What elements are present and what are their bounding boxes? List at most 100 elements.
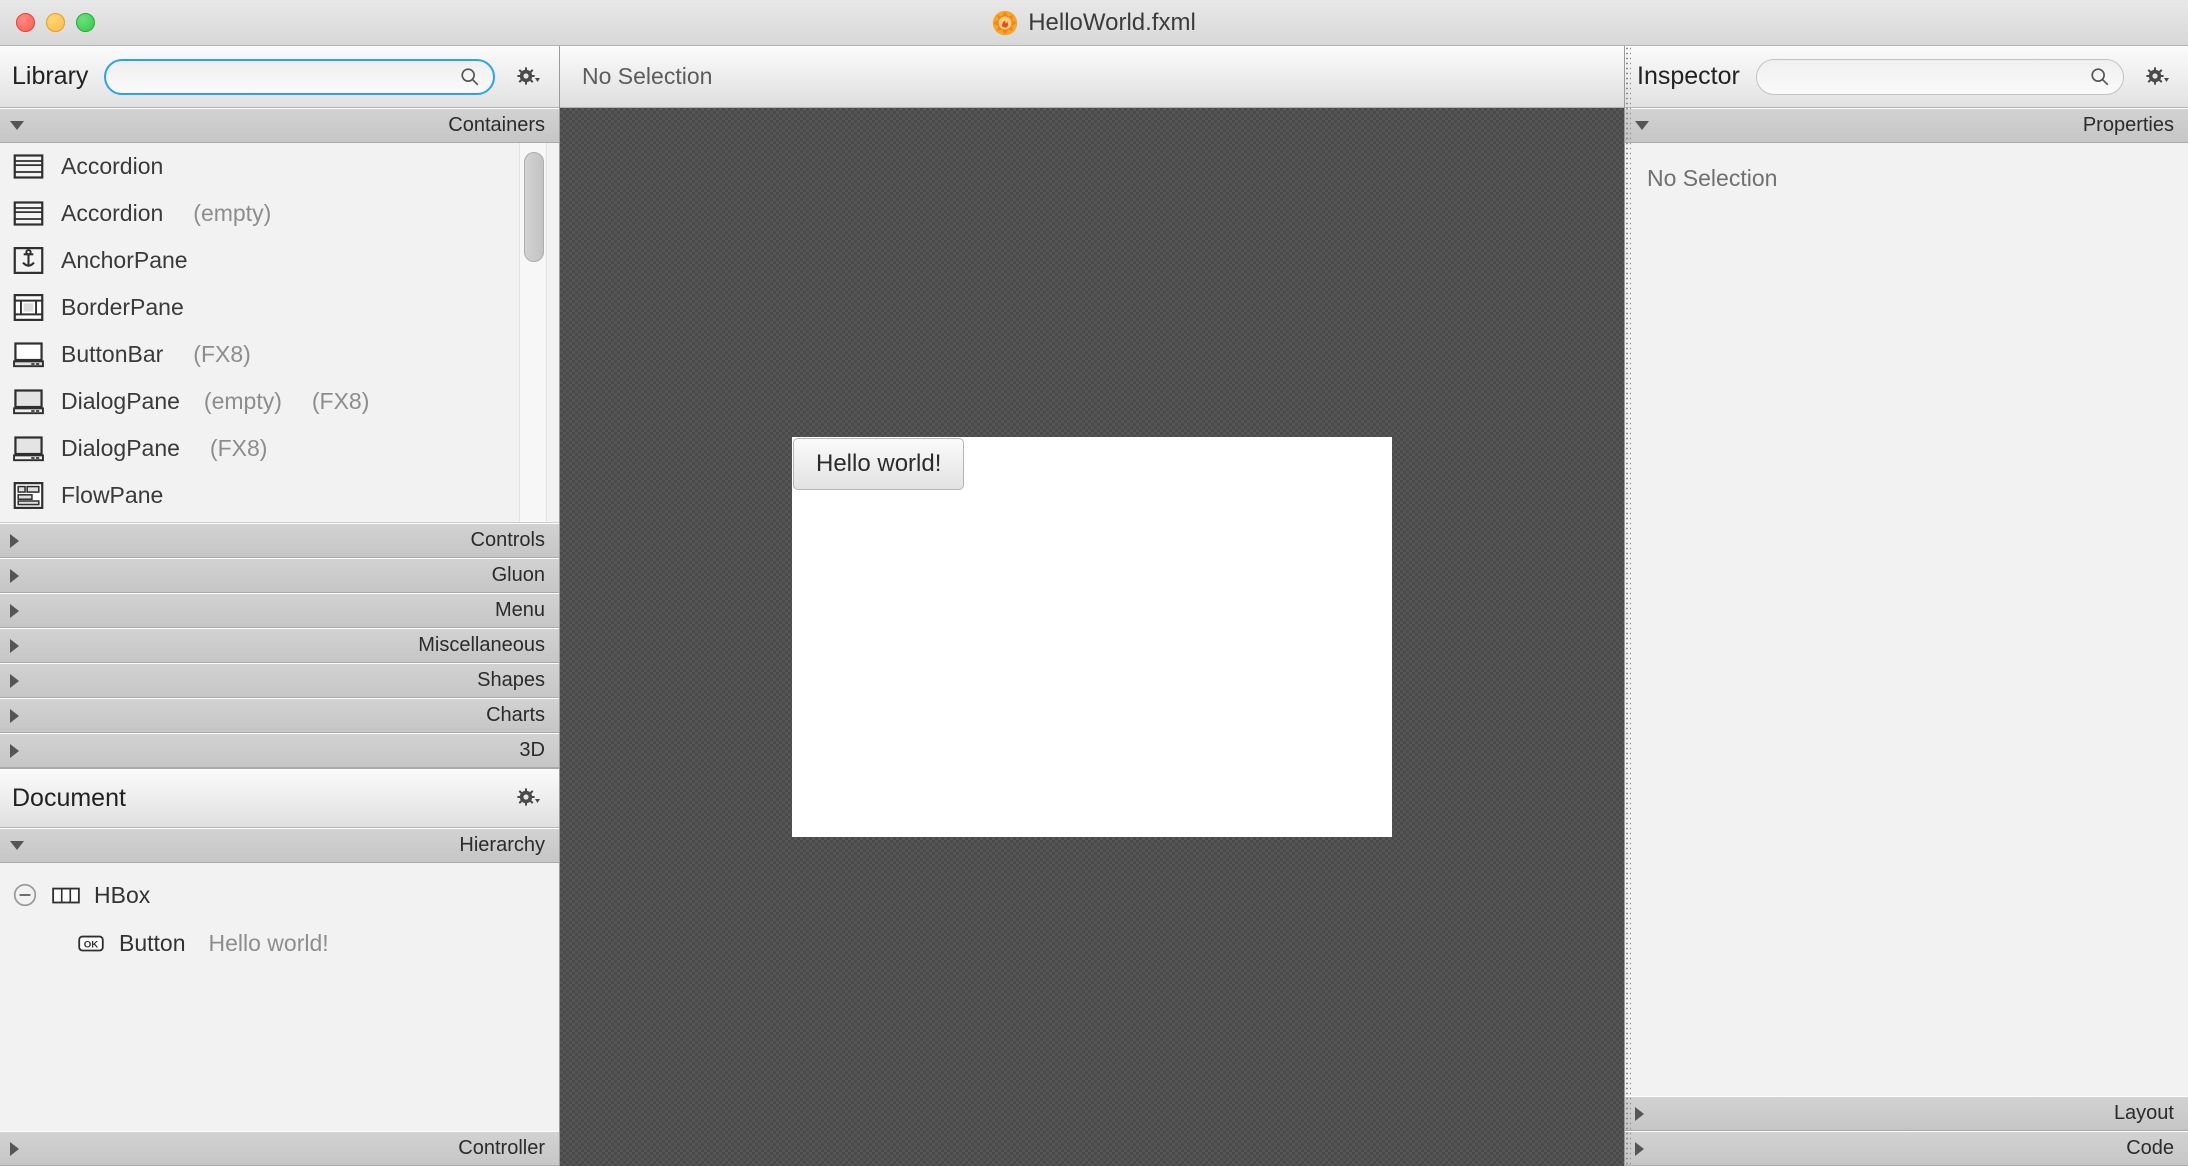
library-item-name: DialogPane [61, 388, 180, 414]
svg-text:OK: OK [84, 939, 98, 950]
design-canvas[interactable]: Hello world! [560, 108, 1624, 1166]
chevron-right-icon [10, 638, 19, 653]
library-item[interactable]: DialogPane (empty) (FX8) [0, 378, 559, 425]
stage-hello-button[interactable]: Hello world! [793, 438, 965, 490]
zoom-button[interactable] [76, 13, 95, 32]
library-search-box[interactable] [104, 58, 495, 95]
library-section-shapes[interactable]: Shapes [0, 663, 559, 698]
hbox-icon [52, 887, 80, 904]
library-scrollbar[interactable] [519, 143, 547, 522]
library-section-containers[interactable]: Containers [0, 108, 559, 143]
tree-row-button[interactable]: OK Button Hello world! [0, 919, 559, 967]
content-panel: No Selection Hello world! [560, 46, 1625, 1166]
stage-root-hbox[interactable]: Hello world! [792, 437, 1392, 837]
inspector-section-code[interactable]: Code [1625, 1131, 2188, 1166]
library-item[interactable]: DialogPane (FX8) [0, 425, 559, 472]
library-item-name: Accordion [61, 200, 164, 226]
library-section-label: Menu [494, 599, 545, 621]
library-item-name: FlowPane [61, 482, 164, 508]
anchorpane-icon [13, 247, 44, 274]
main-body: Library Containers Accordion Accordion (… [0, 46, 2188, 1166]
library-item-name: ButtonBar [61, 341, 164, 367]
search-icon[interactable] [2089, 66, 2111, 88]
code-label: Code [2126, 1137, 2174, 1159]
inspector-section-layout[interactable]: Layout [1625, 1096, 2188, 1131]
library-item-list[interactable]: Accordion Accordion (empty) AnchorPane B… [0, 143, 559, 523]
layout-label: Layout [2113, 1102, 2174, 1124]
inspector-footer-sections: Layout Code [1625, 1096, 2188, 1166]
library-scrollbar-thumb[interactable] [524, 152, 544, 262]
document-section-hierarchy[interactable]: Hierarchy [0, 828, 559, 863]
library-item[interactable]: BorderPane [0, 284, 559, 331]
document-header: Document [0, 768, 559, 828]
library-section-label: Charts [486, 704, 545, 726]
search-icon[interactable] [459, 66, 481, 88]
left-panel: Library Containers Accordion Accordion (… [0, 46, 560, 1166]
chevron-right-icon [1635, 1106, 1644, 1121]
inspector-gear-button[interactable] [2140, 65, 2174, 89]
chevron-right-icon [10, 533, 19, 548]
library-section-3d[interactable]: 3D [0, 733, 559, 768]
hierarchy-label: Hierarchy [459, 834, 545, 856]
scene-builder-window: HelloWorld.fxml Library Containers Accor… [0, 0, 2188, 1166]
gear-icon[interactable] [2145, 65, 2169, 89]
library-item-name: Accordion [61, 153, 164, 179]
library-gear-button[interactable] [511, 65, 545, 89]
chevron-down-icon [1635, 121, 1649, 130]
inspector-content: No Selection [1625, 143, 2188, 1096]
library-section-menu[interactable]: Menu [0, 593, 559, 628]
properties-label: Properties [2082, 114, 2174, 136]
library-section-miscellaneous[interactable]: Miscellaneous [0, 628, 559, 663]
library-item-name: AnchorPane [61, 247, 188, 273]
inspector-search-box[interactable] [1755, 58, 2124, 95]
tree-row-hbox[interactable]: HBox [0, 871, 559, 919]
inspector-title: Inspector [1637, 62, 1740, 90]
tree-node-name: Button [119, 929, 186, 956]
borderpane-icon [13, 294, 44, 321]
gear-icon[interactable] [516, 786, 540, 810]
library-item-suffix: (empty) [203, 388, 282, 414]
library-item[interactable]: ButtonBar (FX8) [0, 331, 559, 378]
library-header: Library [0, 46, 559, 108]
inspector-search-input[interactable] [1772, 66, 2089, 87]
minimize-button[interactable] [46, 13, 65, 32]
scenebuilder-icon [993, 10, 1018, 35]
collapse-icon[interactable] [12, 882, 38, 908]
document-gear-button[interactable] [511, 786, 545, 810]
library-item[interactable]: FlowPane [0, 472, 559, 519]
inspector-header: Inspector [1625, 46, 2188, 108]
library-section-label: Gluon [491, 564, 545, 586]
accordion-icon [13, 201, 44, 226]
chevron-right-icon [10, 568, 19, 583]
library-section-charts[interactable]: Charts [0, 698, 559, 733]
library-item[interactable]: Accordion (empty) [0, 190, 559, 237]
library-section-label: Controls [470, 529, 545, 551]
window-title-group: HelloWorld.fxml [0, 0, 2188, 45]
accordion-icon [13, 154, 44, 179]
library-search-input[interactable] [122, 66, 459, 87]
inspector-empty-text: No Selection [1647, 165, 1778, 191]
inspector-section-properties[interactable]: Properties [1625, 108, 2188, 143]
traffic-lights [16, 13, 95, 32]
document-section-controller[interactable]: Controller [0, 1131, 559, 1166]
library-section-gluon[interactable]: Gluon [0, 558, 559, 593]
gear-icon[interactable] [516, 65, 540, 89]
library-section-label: Containers [448, 114, 545, 136]
library-item-suffix-2: (FX8) [311, 388, 370, 414]
buttonbar-icon [13, 342, 44, 368]
window-titlebar: HelloWorld.fxml [0, 0, 2188, 46]
chevron-down-icon [10, 841, 24, 850]
library-section-controls[interactable]: Controls [0, 523, 559, 558]
library-item[interactable]: AnchorPane [0, 237, 559, 284]
library-item[interactable]: Accordion [0, 143, 559, 190]
dialogpane-icon [13, 389, 44, 415]
hierarchy-tree[interactable]: HBox OK Button Hello world! [0, 863, 559, 1131]
inspector-resize-grip[interactable] [1625, 46, 1631, 1166]
library-section-label: Shapes [477, 669, 545, 691]
library-title: Library [12, 62, 89, 90]
library-section-label: 3D [519, 739, 545, 761]
chevron-right-icon [10, 708, 19, 723]
close-button[interactable] [16, 13, 35, 32]
library-section-label: Miscellaneous [418, 634, 545, 656]
controller-label: Controller [458, 1137, 545, 1159]
